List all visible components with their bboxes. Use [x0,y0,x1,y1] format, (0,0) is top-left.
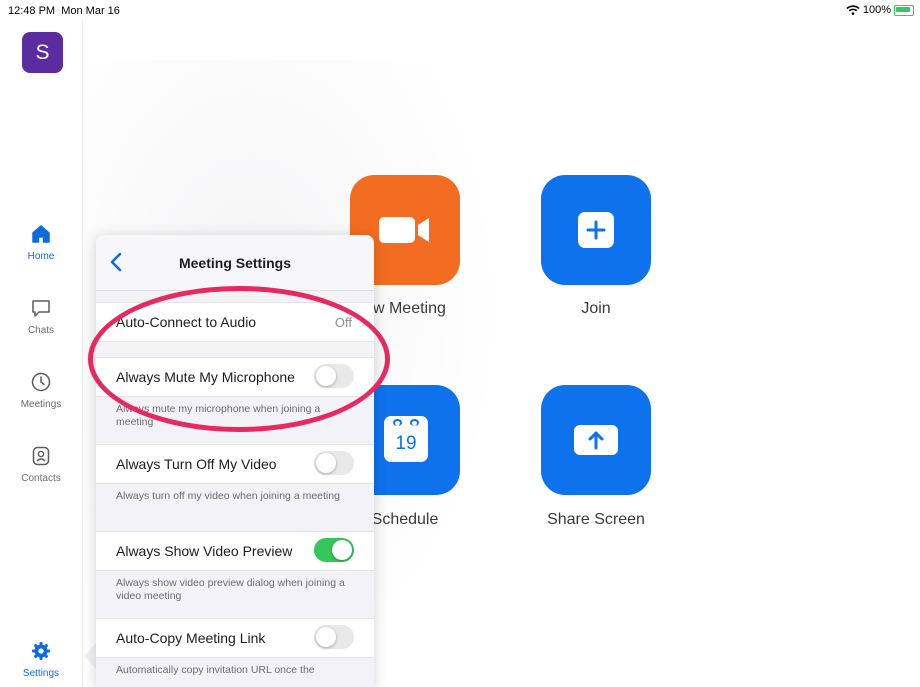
status-bar: 12:48 PM Mon Mar 16 100% [0,0,920,20]
setting-description: Automatically copy invitation URL once t… [116,664,315,676]
toggle-knob [332,540,352,560]
join-label: Join [581,300,611,317]
setting-row-always-show-preview: Always Show Video Preview [96,531,374,571]
share-up-arrow-icon [574,425,618,455]
sidebar-item-settings[interactable]: Settings [0,640,82,679]
home-icon [32,225,50,243]
chat-bubble-icon [32,300,50,317]
status-time: 12:48 PM Mon Mar 16 [8,5,120,17]
toggle-knob [316,453,336,473]
sidebar-item-label: Contacts [21,473,61,484]
setting-row-auto-copy-link: Auto-Copy Meeting Link [96,618,374,658]
sidebar-item-contacts[interactable]: Contacts [0,445,82,484]
sidebar-item-label: Settings [22,668,60,679]
highlight-ellipse [88,286,390,432]
battery-icon [894,4,914,16]
sidebar-item-label: Home [27,251,55,262]
calendar-day: 19 [395,433,417,454]
status-indicators: 100% [846,4,914,16]
gear-icon [32,642,50,660]
video-camera-icon [379,217,429,243]
setting-description: Always turn off my video when joining a … [116,490,340,502]
share-screen-button[interactable] [541,385,651,495]
contact-card-icon [32,446,50,466]
sidebar-item-meetings[interactable]: Meetings [0,371,82,410]
toggle-auto-copy-link[interactable] [314,625,354,649]
setting-row-always-turn-off-video: Always Turn Off My Video [96,444,374,484]
battery-percent: 100% [862,4,891,16]
setting-description: Always show video preview dialog when jo… [116,577,345,602]
wifi-icon [846,5,860,15]
toggle-always-turn-off-video[interactable] [314,451,354,475]
setting-label: Always Show Video Preview [116,543,293,559]
sidebar-item-label: Meetings [20,399,62,410]
join-button[interactable] [541,175,651,285]
avatar[interactable]: S [22,32,63,73]
plus-icon [578,212,614,248]
share-screen-label: Share Screen [547,511,645,528]
setting-label: Auto-Copy Meeting Link [116,630,266,646]
sidebar: S Home Chats Meetings Contacts Settings [0,20,83,687]
toggle-always-show-preview[interactable] [314,538,354,562]
setting-label: Always Turn Off My Video [116,456,277,472]
sidebar-item-chats[interactable]: Chats [0,297,82,336]
panel-header: Meeting Settings [96,235,374,291]
sidebar-item-home[interactable]: Home [0,223,82,262]
calendar-icon: 19 [384,416,428,462]
toggle-knob [316,627,336,647]
panel-title: Meeting Settings [178,255,291,271]
clock-icon [31,372,51,392]
sidebar-item-label: Chats [27,325,55,336]
